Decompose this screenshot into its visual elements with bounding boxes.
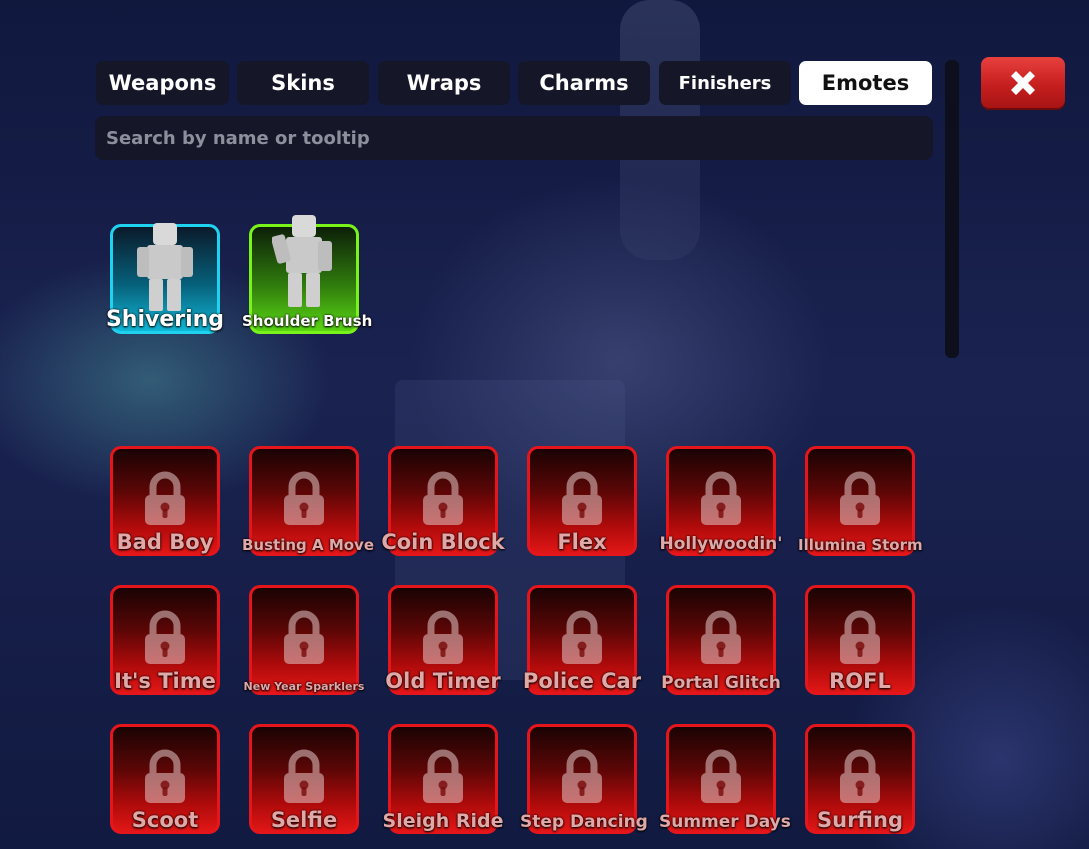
emote-tile-locked[interactable]: New Year Sparklers xyxy=(244,585,364,695)
emote-name: Step Dancing xyxy=(520,812,648,832)
emote-tile-locked[interactable]: Selfie xyxy=(249,724,359,834)
emote-tile-locked[interactable]: ROFL xyxy=(805,585,915,695)
lock-icon xyxy=(142,471,188,531)
lock-icon xyxy=(837,610,883,670)
lock-icon xyxy=(142,749,188,809)
lock-icon xyxy=(559,471,605,531)
emote-tile-locked[interactable]: It's Time xyxy=(110,585,220,695)
lock-icon xyxy=(698,471,744,531)
emote-tile-shoulder-brush[interactable]: Shoulder Brush xyxy=(242,215,372,334)
emote-name: Portal Glitch xyxy=(661,673,781,693)
tab-finishers[interactable]: Finishers xyxy=(659,61,791,105)
emote-tile-locked[interactable]: Busting A Move xyxy=(242,446,374,556)
emote-name: Scoot xyxy=(131,808,199,832)
emote-tile-locked[interactable]: Bad Boy xyxy=(110,446,220,556)
emote-name: Summer Days xyxy=(659,812,791,832)
emote-name: Selfie xyxy=(270,808,338,832)
search-input[interactable] xyxy=(95,116,933,160)
emote-tile-locked[interactable]: Summer Days xyxy=(659,724,791,834)
emote-tile-locked[interactable]: Flex xyxy=(527,446,637,556)
emote-name: Coin Block xyxy=(381,530,505,554)
emote-name: It's Time xyxy=(114,669,216,693)
emote-name: ROFL xyxy=(829,669,891,693)
lock-icon xyxy=(420,471,466,531)
lock-icon xyxy=(559,610,605,670)
emote-name: Bad Boy xyxy=(116,530,214,554)
emote-name: Surfing xyxy=(817,808,903,832)
tab-weapons[interactable]: Weapons xyxy=(96,61,229,105)
tab-charms[interactable]: Charms xyxy=(518,61,650,105)
tab-emotes[interactable]: Emotes xyxy=(799,61,932,105)
emote-name: New Year Sparklers xyxy=(243,680,365,693)
tab-skins[interactable]: Skins xyxy=(237,61,369,105)
character-figure-icon xyxy=(137,223,193,311)
emote-tile-locked[interactable]: Portal Glitch xyxy=(661,585,781,695)
emote-name: Shivering xyxy=(105,307,225,332)
emote-name: Hollywoodin' xyxy=(659,534,783,554)
emote-tile-locked[interactable]: Police Car xyxy=(523,585,641,695)
close-button[interactable] xyxy=(981,57,1065,108)
emote-tile-locked[interactable]: Scoot xyxy=(110,724,220,834)
emote-tile-locked[interactable]: Step Dancing xyxy=(520,724,648,834)
emote-name: Illumina Storm xyxy=(798,536,923,554)
emote-name: Sleigh Ride xyxy=(382,810,504,832)
emote-name: Shoulder Brush xyxy=(242,312,373,330)
lock-icon xyxy=(837,471,883,531)
character-figure-icon xyxy=(272,215,332,307)
emote-name: Old Timer xyxy=(385,669,501,693)
lock-icon xyxy=(698,610,744,670)
emote-tile-locked[interactable]: Illumina Storm xyxy=(798,446,923,556)
emote-tile-locked[interactable]: Hollywoodin' xyxy=(659,446,783,556)
lock-icon xyxy=(559,749,605,809)
lock-icon xyxy=(142,610,188,670)
emote-name: Busting A Move xyxy=(242,536,375,554)
emote-tile-locked[interactable]: Sleigh Ride xyxy=(383,724,503,834)
emote-name: Police Car xyxy=(522,669,642,693)
lock-icon xyxy=(281,471,327,531)
lock-icon xyxy=(420,749,466,809)
close-x-icon xyxy=(1011,70,1035,95)
lock-icon xyxy=(698,749,744,809)
lock-icon xyxy=(420,610,466,670)
tab-wraps[interactable]: Wraps xyxy=(378,61,510,105)
emote-name: Flex xyxy=(557,530,607,554)
scrollbar[interactable] xyxy=(945,60,959,358)
lock-icon xyxy=(837,749,883,809)
emote-tile-locked[interactable]: Surfing xyxy=(805,724,915,834)
emote-tile-locked[interactable]: Coin Block xyxy=(381,446,505,556)
lock-icon xyxy=(281,749,327,809)
emote-tile-locked[interactable]: Old Timer xyxy=(385,585,501,695)
lock-icon xyxy=(281,610,327,670)
emote-tile-shivering[interactable]: Shivering xyxy=(106,223,224,334)
